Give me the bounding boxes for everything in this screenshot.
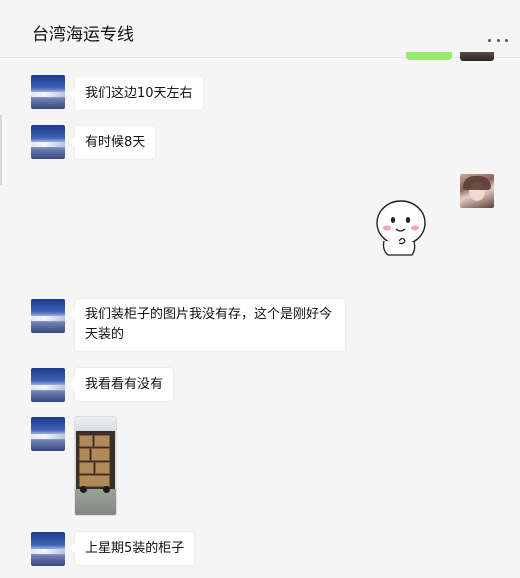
- loaded-container-photo[interactable]: [74, 416, 117, 516]
- smiling-face-sticker[interactable]: [372, 196, 432, 258]
- peer-avatar[interactable]: [31, 368, 65, 402]
- previous-self-bubble: [406, 52, 452, 60]
- peer-avatar[interactable]: [31, 299, 65, 333]
- message-bubble[interactable]: 我们这边10天左右: [69, 76, 204, 111]
- message-bubble[interactable]: 我们装柜子的图片我没有存，这个是刚好今天装的: [69, 298, 346, 352]
- more-options-icon[interactable]: [488, 36, 508, 44]
- peer-avatar[interactable]: [31, 125, 65, 159]
- chat-title: 台湾海运专线: [32, 25, 134, 45]
- message-bubble[interactable]: 我看看有没有: [68, 367, 175, 402]
- chat-header: 台湾海运专线: [0, 0, 520, 58]
- peer-avatar[interactable]: [31, 417, 65, 451]
- previous-self-avatar: [460, 52, 494, 61]
- left-edge-divider: [0, 115, 2, 185]
- self-avatar[interactable]: [460, 174, 494, 208]
- peer-avatar[interactable]: [31, 75, 65, 109]
- message-bubble[interactable]: 上星期5装的柜子: [68, 531, 196, 566]
- message-bubble[interactable]: 有时候8天: [68, 125, 157, 160]
- peer-avatar[interactable]: [31, 532, 65, 566]
